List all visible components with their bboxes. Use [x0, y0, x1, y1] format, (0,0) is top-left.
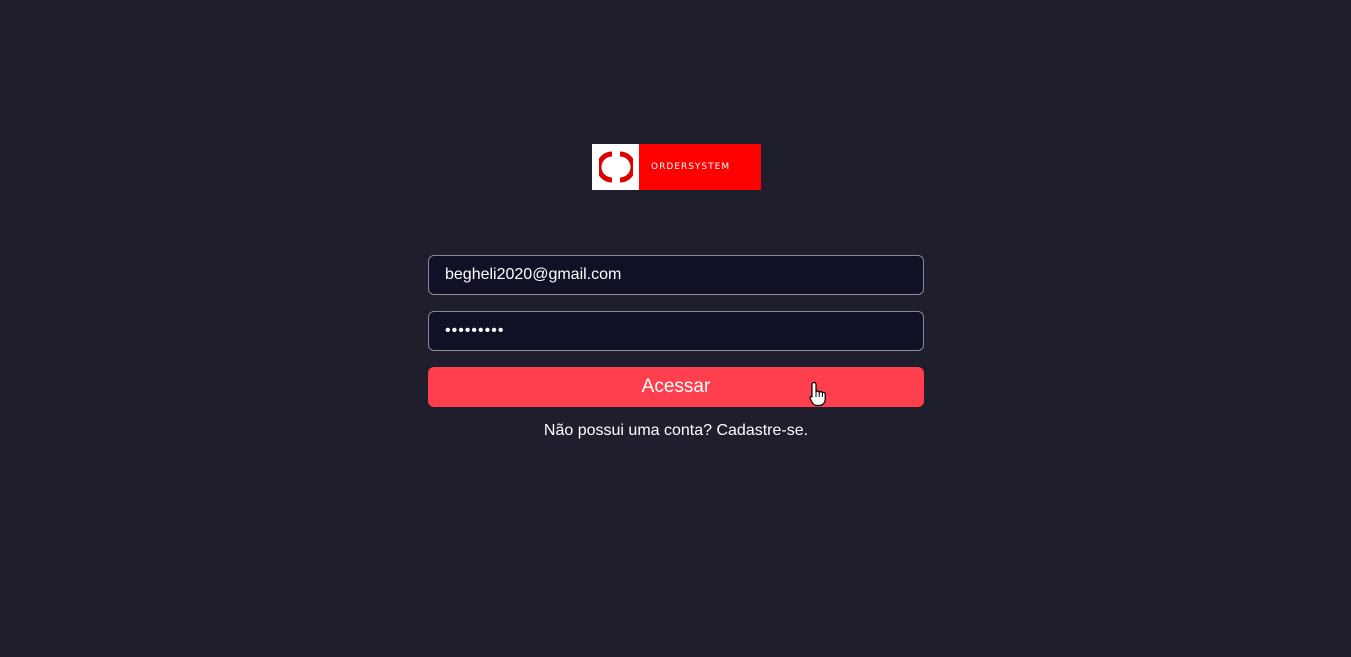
signup-link[interactable]: Não possui uma conta? Cadastre-se. — [428, 422, 924, 440]
ordersystem-logo: ORDERSYSTEM — [592, 144, 761, 190]
password-field[interactable] — [428, 311, 924, 351]
email-field[interactable] — [428, 255, 924, 295]
hand-pointer-icon — [809, 381, 826, 407]
login-page: ORDERSYSTEM Acessar Não possui uma conta… — [0, 0, 1351, 657]
logo-text: ORDERSYSTEM — [651, 162, 731, 172]
login-button[interactable]: Acessar — [428, 367, 924, 407]
logo-mark-icon — [592, 144, 639, 190]
